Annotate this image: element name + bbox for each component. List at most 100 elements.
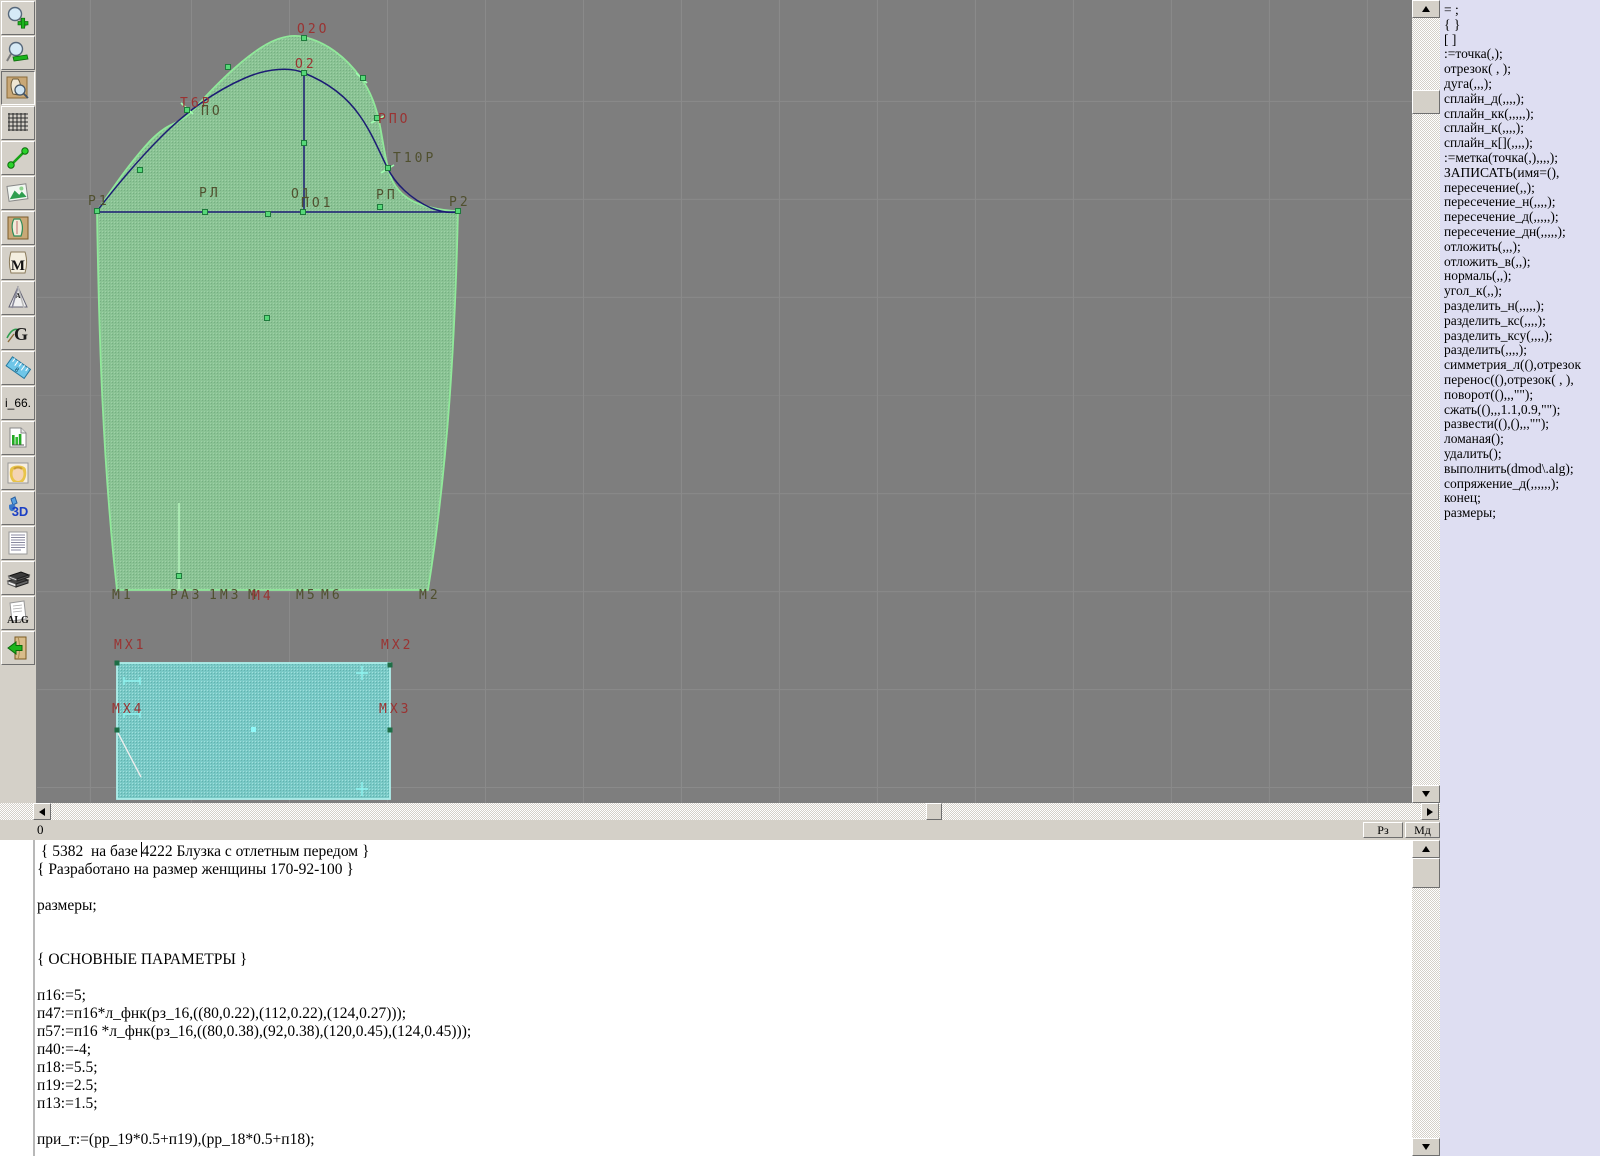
scroll-right-button[interactable] [1421, 803, 1439, 820]
drafting-icon: A [5, 285, 31, 311]
text-list-button[interactable] [1, 526, 35, 560]
function-template-item[interactable]: нормаль(,,); [1444, 269, 1600, 284]
function-template-item[interactable]: = ; [1444, 2, 1600, 18]
hscroll-thumb[interactable] [926, 803, 942, 820]
editor-line: п16:=5; [37, 987, 86, 1004]
grid-button[interactable] [1, 106, 35, 140]
function-template-item[interactable]: сопряжение_д(,,,,,,); [1444, 476, 1600, 492]
rz-button[interactable]: Рз [1363, 822, 1403, 838]
function-template-item[interactable]: разделить(,,,,); [1444, 343, 1600, 358]
editor-vertical-scrollbar[interactable] [1412, 840, 1440, 1156]
g-letter-button[interactable]: G [1, 316, 35, 350]
point-label: МХ4 [112, 702, 145, 717]
image-icon [5, 180, 31, 206]
image-button[interactable] [1, 176, 35, 210]
editor-margin-rule [33, 840, 35, 1156]
canvas-vertical-scrollbar[interactable] [1412, 0, 1440, 803]
function-template-item[interactable]: :=точка(,); [1444, 47, 1600, 62]
scroll-down-button[interactable] [1412, 785, 1440, 803]
exit-button[interactable] [1, 631, 35, 665]
photo-button[interactable] [1, 456, 35, 490]
i66-button[interactable]: i_66. [1, 386, 35, 420]
function-template-item[interactable]: [ ] [1444, 32, 1600, 48]
point-label: РА3 [170, 588, 203, 603]
zoom-in-button[interactable] [1, 1, 35, 35]
editor-line: п57:=п16 *л_фнк(рз_16,((80,0.38),(92,0.3… [37, 1023, 472, 1040]
editor-line: п13:=1.5; [37, 1095, 98, 1112]
arrow-up-icon [1422, 846, 1430, 852]
pattern-piece-icon [5, 215, 31, 241]
function-template-item[interactable]: разделить_ксу(,,,,); [1444, 328, 1600, 344]
function-template-item[interactable]: удалить(); [1444, 446, 1600, 462]
svg-text:G: G [14, 324, 28, 344]
scroll-up-button[interactable] [1412, 0, 1440, 18]
function-template-item[interactable]: выполнить(dmod\.alg); [1444, 461, 1600, 477]
function-template-item[interactable]: размеры; [1444, 505, 1600, 521]
pattern-piece-button[interactable] [1, 211, 35, 245]
alg-button[interactable]: ALG [1, 596, 35, 630]
pattern-m-button[interactable]: M [1, 246, 35, 280]
function-template-item[interactable]: сжать((),,,1.1,0.9,""); [1444, 402, 1600, 418]
function-template-item[interactable]: :=метка(точка(,),,,,); [1444, 150, 1600, 166]
zoom-out-button[interactable] [1, 36, 35, 70]
vscroll-thumb[interactable] [1412, 90, 1440, 114]
function-template-item[interactable]: отложить(,,,); [1444, 239, 1600, 255]
arrow-down-icon [1422, 791, 1430, 797]
md-button[interactable]: Мд [1405, 822, 1440, 838]
editor-vscroll-thumb[interactable] [1412, 858, 1440, 888]
threed-button[interactable]: 3D [1, 491, 35, 525]
point-label: М2 [419, 588, 441, 603]
canvas-horizontal-scrollbar[interactable] [0, 803, 1440, 820]
ruler-button[interactable]: 8 [1, 351, 35, 385]
photo-icon [5, 460, 31, 486]
function-template-item[interactable]: сплайн_кк(,,,,,); [1444, 106, 1600, 122]
function-template-item[interactable]: поворот((),,,""); [1444, 387, 1600, 403]
function-template-item[interactable]: ломаная(); [1444, 431, 1600, 447]
alg-icon: ALG [5, 600, 31, 626]
point-label: М1 [112, 588, 134, 603]
algorithm-editor[interactable]: { 5382 на базе 4222 Блузка с отлетным пе… [0, 840, 1412, 1156]
function-template-item[interactable]: конец; [1444, 490, 1600, 506]
function-template-item[interactable]: сплайн_д(,,,,); [1444, 91, 1600, 107]
editor-scroll-up-button[interactable] [1412, 840, 1440, 858]
app-window: { "window": {"width": 1600, "height": 11… [0, 0, 1600, 1156]
pattern-magnifier-icon [5, 75, 31, 101]
function-template-item[interactable]: сплайн_к(,,,,); [1444, 121, 1600, 136]
arrow-down-icon [1422, 1144, 1430, 1150]
table-button[interactable] [1, 421, 35, 455]
editor-line: { Разработано на размер женщины 170-92-1… [37, 861, 354, 878]
pattern-drawing [94, 34, 461, 800]
books-button[interactable] [1, 561, 35, 595]
segment-button[interactable] [1, 141, 35, 175]
editor-line: размеры; [37, 897, 97, 914]
point-label: МХ2 [381, 638, 414, 653]
view-pattern-button[interactable] [1, 71, 35, 105]
point-label: ПО [201, 104, 223, 119]
drafting-button[interactable]: A [1, 281, 35, 315]
function-template-item[interactable]: угол_к(,,); [1444, 283, 1600, 299]
function-template-item[interactable]: разделить_н(,,,,,); [1444, 298, 1600, 314]
function-template-item[interactable]: отрезок( , ); [1444, 61, 1600, 77]
function-template-item[interactable]: пересечение_н(,,,,); [1444, 195, 1600, 210]
function-template-item[interactable]: развести((),(),,,""); [1444, 417, 1600, 432]
scroll-left-button[interactable] [33, 803, 51, 820]
function-template-item[interactable]: разделить_кс(,,,,); [1444, 313, 1600, 329]
function-template-item[interactable]: дуга(,,,); [1444, 76, 1600, 92]
svg-text:ALG: ALG [7, 615, 29, 626]
exit-icon [5, 635, 31, 661]
function-template-item[interactable]: ЗАПИСАТЬ(имя=(), [1444, 165, 1600, 181]
function-template-item[interactable]: сплайн_к[](,,,,); [1444, 135, 1600, 151]
point-label: Р1 [88, 194, 110, 209]
function-template-item[interactable]: отложить_в(,,); [1444, 254, 1600, 270]
function-template-item[interactable]: симметрия_л((),отрезок [1444, 357, 1600, 373]
function-template-item[interactable]: пересечение_дн(,,,,,); [1444, 224, 1600, 240]
function-template-item[interactable]: пересечение_д(,,,,,); [1444, 209, 1600, 225]
drawing-canvas[interactable]: О2О О2 Т6Р ПО РПО Т10Р Р1 РЛ О1 ПО1 РП Р2 М1 РА3 1М3 М М… [37, 0, 1412, 803]
editor-scroll-down-button[interactable] [1412, 1138, 1440, 1156]
function-template-item[interactable]: пересечение(,,); [1444, 180, 1600, 196]
function-template-item[interactable]: { } [1444, 17, 1600, 33]
function-template-item[interactable]: перенос((),отрезок( , ), [1444, 372, 1600, 388]
